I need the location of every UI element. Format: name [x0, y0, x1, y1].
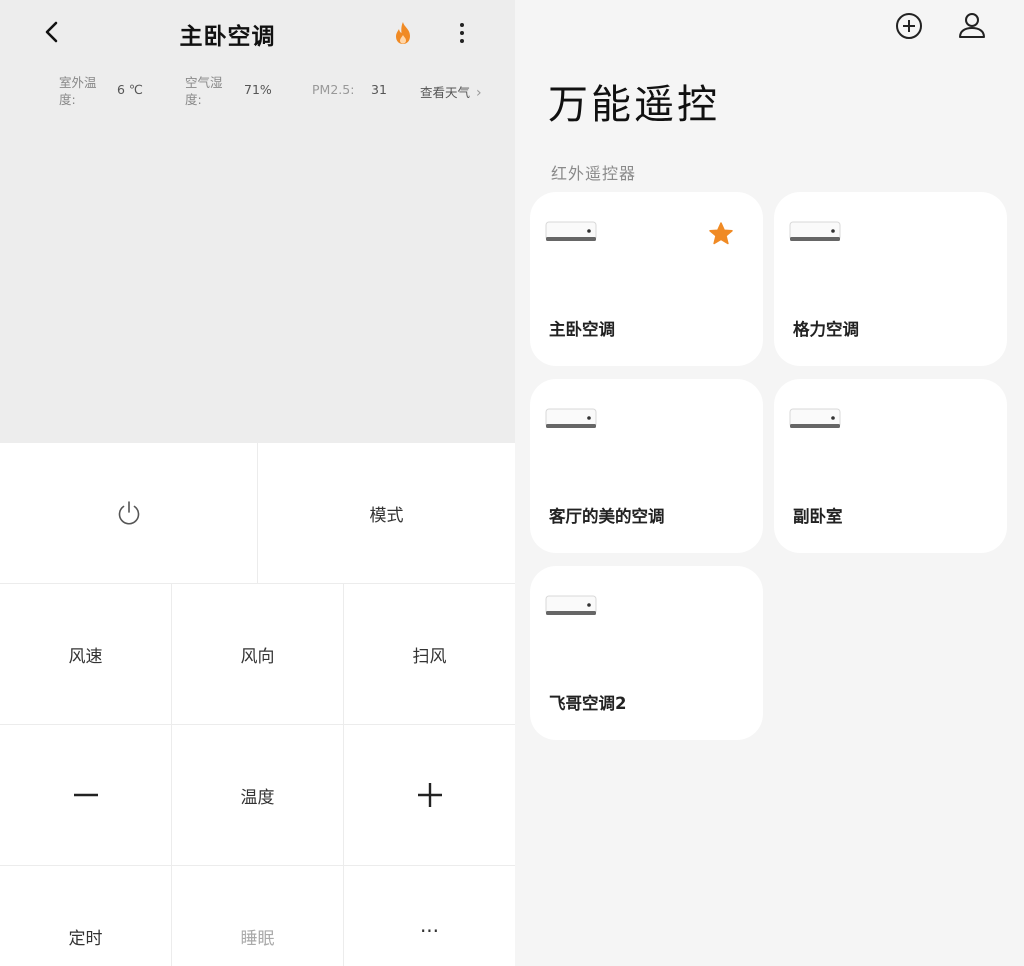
- fan-direction-label: 风向: [240, 646, 275, 667]
- device-card[interactable]: 副卧室: [774, 379, 1007, 553]
- device-name: 主卧空调: [549, 320, 615, 339]
- view-weather-label: 查看天气: [420, 85, 471, 100]
- temp-down-button[interactable]: [0, 725, 171, 865]
- temperature-control: 温度: [172, 725, 343, 865]
- timer-button[interactable]: 定时: [0, 866, 171, 966]
- device-card[interactable]: 客厅的美的空调: [530, 379, 763, 553]
- minus-icon: [73, 793, 98, 797]
- device-name: 格力空调: [793, 320, 859, 339]
- more-controls-label: ···: [419, 919, 440, 943]
- user-profile-button[interactable]: [956, 10, 988, 42]
- device-card[interactable]: 飞哥空调2: [530, 566, 763, 740]
- plus-icon: [417, 783, 442, 807]
- view-weather-link[interactable]: 查看天气 ›: [420, 82, 482, 101]
- mode-label: 模式: [369, 505, 404, 526]
- pm25-label: PM2.5:: [312, 82, 355, 97]
- more-options-button[interactable]: [448, 19, 476, 47]
- divider: [0, 724, 515, 725]
- universal-remote-panel: 万能遥控 红外遥控器 主卧空调 格力空调 客厅的美的空调 副卧室 飞哥空调2: [515, 0, 1024, 966]
- sleep-button[interactable]: 睡眠: [172, 866, 343, 966]
- fan-speed-label: 风速: [68, 646, 103, 667]
- flame-icon: [396, 22, 410, 44]
- more-vertical-icon: [460, 23, 464, 43]
- swing-button[interactable]: 扫风: [344, 584, 515, 724]
- plus-circle-icon: [896, 13, 922, 39]
- user-icon: [959, 13, 985, 38]
- divider: [0, 865, 515, 866]
- power-button[interactable]: [0, 443, 257, 583]
- temperature-label: 温度: [240, 787, 275, 808]
- device-name: 飞哥空调2: [549, 694, 627, 713]
- outdoor-temp-label: 室外温度:: [59, 75, 97, 107]
- air-conditioner-icon: [545, 221, 597, 241]
- top-bar: 主卧空调: [0, 0, 515, 66]
- divider: [171, 584, 172, 966]
- device-name: 副卧室: [793, 507, 843, 526]
- control-grid: 模式 风速 风向 扫风 温度 定时 睡眠 ···: [0, 443, 515, 966]
- divider: [0, 583, 515, 584]
- timer-label: 定时: [68, 928, 103, 949]
- air-conditioner-icon: [789, 221, 841, 241]
- chevron-right-icon: ›: [476, 85, 482, 101]
- air-conditioner-icon: [545, 408, 597, 428]
- temp-up-button[interactable]: [344, 725, 515, 865]
- pm25-value: 31: [371, 82, 387, 97]
- weather-info: 室外温度: 6 ℃ 空气湿度: 71% PM2.5: 31 查看天气 ›: [0, 74, 515, 114]
- device-name: 客厅的美的空调: [549, 507, 665, 526]
- remote-control-panel: 主卧空调 室外温度: 6 ℃ 空气湿度: 71% PM2.5: 31 查看天气 ›: [0, 0, 515, 966]
- air-conditioner-icon: [545, 595, 597, 615]
- star-icon[interactable]: [708, 221, 734, 247]
- fan-direction-button[interactable]: 风向: [172, 584, 343, 724]
- humidity-label: 空气湿度:: [185, 75, 223, 107]
- outdoor-temp-value: 6 ℃: [117, 82, 143, 97]
- divider: [257, 443, 258, 583]
- add-remote-button[interactable]: [893, 10, 925, 42]
- air-conditioner-icon: [789, 408, 841, 428]
- heat-mode-button[interactable]: [389, 19, 417, 47]
- device-card[interactable]: 主卧空调: [530, 192, 763, 366]
- section-label: 红外遥控器: [551, 164, 637, 183]
- fan-speed-button[interactable]: 风速: [0, 584, 171, 724]
- device-card[interactable]: 格力空调: [774, 192, 1007, 366]
- more-controls-button[interactable]: ···: [344, 866, 515, 966]
- humidity-value: 71%: [244, 82, 272, 97]
- power-icon: [118, 501, 139, 525]
- swing-label: 扫风: [412, 646, 447, 667]
- app-title: 万能遥控: [548, 82, 720, 128]
- sleep-label: 睡眠: [240, 928, 275, 949]
- divider: [343, 584, 344, 966]
- mode-button[interactable]: 模式: [258, 443, 515, 583]
- page-title: 主卧空调: [179, 24, 276, 50]
